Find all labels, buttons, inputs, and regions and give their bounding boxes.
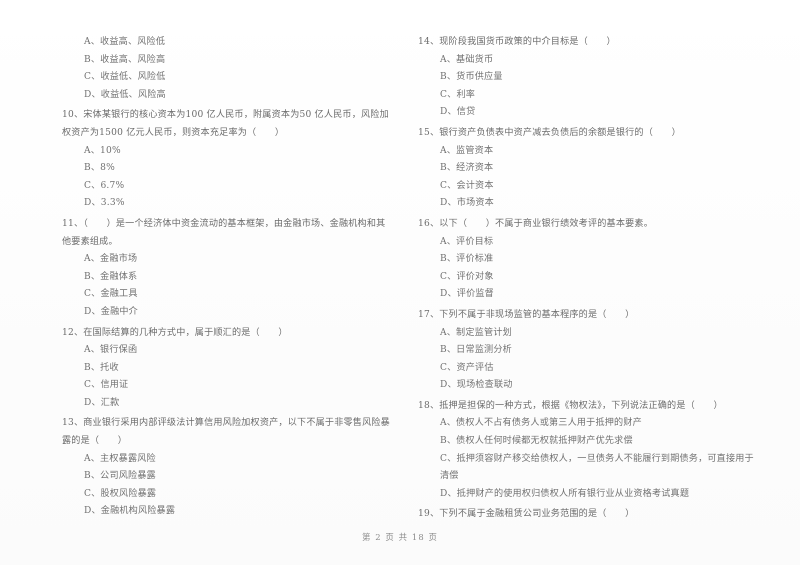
- question-stem: 18、抵押是担保的一种方式，根据《物权法》，下列说法正确的是（ ）: [418, 400, 723, 411]
- option-item: B、货币供应量: [440, 72, 503, 83]
- option-item: C、金融工具: [84, 289, 138, 300]
- option-item: D、现场检查联动: [440, 380, 513, 391]
- option-item: A、银行保函: [84, 345, 138, 356]
- page-footer: 第 2 页 共 18 页: [362, 532, 438, 542]
- two-column-layout: A、收益高、风险低 B、收益高、风险高 C、收益低、风险低 D、收益低、风险高 …: [0, 34, 800, 527]
- question-12: 12、在国际结算的几种方式中，属于顺汇的是（ ） A、银行保函 B、托收 C、信…: [62, 325, 392, 413]
- question-15: 15、银行资产负债表中资产减去负债后的余额是银行的（ ） A、监管资本 B、经济…: [418, 125, 758, 213]
- question-14: 14、现阶段我国货币政策的中介目标是（ ） A、基础货币 B、货币供应量 C、利…: [418, 34, 758, 122]
- option-item: B、公司风险暴露: [84, 471, 156, 482]
- option-item: A、评价目标: [440, 236, 494, 247]
- option-item: D、金融中介: [84, 306, 138, 317]
- question-10: 10、宋体某银行的核心资本为100 亿人民币，附属资本为50 亿人民币，风险加权…: [62, 107, 392, 213]
- option-item: B、托收: [84, 362, 119, 373]
- option-item: D、收益低、风险高: [84, 89, 166, 100]
- option-item: D、评价监督: [440, 289, 494, 300]
- option-item: B、债权人任何时候都无权就抵押财产优先求偿: [440, 436, 633, 447]
- option-item: B、收益高、风险高: [84, 54, 166, 65]
- question-19: 19、下列不属于金融租赁公司业务范围的是（ ）: [418, 506, 758, 524]
- option-item: A、主权暴露风险: [84, 453, 156, 464]
- option-item: D、汇款: [84, 397, 120, 408]
- option-item: B、评价标准: [440, 254, 494, 265]
- option-item: C、利率: [440, 89, 476, 100]
- option-item: A、金融市场: [84, 254, 138, 265]
- question-stem: 15、银行资产负债表中资产减去负债后的余额是银行的（ ）: [418, 127, 681, 138]
- question-11: 11、（ ）是一个经济体中资金流动的基本框架，由金融市场、金融机构和其他要素组成…: [62, 216, 392, 322]
- option-item: C、信用证: [84, 380, 129, 391]
- option-item: B、经济资本: [440, 163, 494, 174]
- option-item: C、抵押须容财产移交给债权人，一旦债务人不能履行到期债务，可直接用于清偿: [440, 453, 754, 482]
- question-13: 13、商业银行采用内部评级法计算信用风险加权资产，以下不属于非零售风险暴露的是（…: [62, 415, 392, 521]
- option-item: B、金融体系: [84, 271, 138, 282]
- question-stem: 10、宋体某银行的核心资本为100 亿人民币，附属资本为50 亿人民币，风险加权…: [62, 110, 389, 138]
- option-item: C、6.7%: [84, 180, 125, 191]
- option-item: C、收益低、风险低: [84, 72, 166, 83]
- question-stem: 11、（ ）是一个经济体中资金流动的基本框架，由金融市场、金融机构和其他要素组成…: [62, 218, 386, 247]
- option-item: C、股权风险暴露: [84, 488, 157, 499]
- question-stem: 14、现阶段我国货币政策的中介目标是（ ）: [418, 37, 616, 47]
- option-item: B、8%: [84, 163, 116, 174]
- orphan-options-block: A、收益高、风险低 B、收益高、风险高 C、收益低、风险低 D、收益低、风险高: [62, 34, 392, 104]
- option-item: A、债权人不占有债务人或第三人用于抵押的财产: [440, 418, 642, 429]
- option-item: A、制定监管计划: [440, 327, 512, 338]
- question-stem: 16、以下（ ）不属于商业银行绩效考评的基本要素。: [418, 218, 654, 229]
- option-item: C、资产评估: [440, 362, 494, 373]
- option-item: A、监管资本: [440, 145, 494, 156]
- option-item: D、抵押财产的使用权归债权人所有银行业从业资格考试真题: [440, 488, 690, 499]
- option-item: D、信贷: [440, 107, 476, 118]
- option-item: A、基础货币: [440, 54, 494, 65]
- left-column: A、收益高、风险低 B、收益高、风险高 C、收益低、风险低 D、收益低、风险高 …: [0, 34, 400, 527]
- exam-page: A、收益高、风险低 B、收益高、风险高 C、收益低、风险低 D、收益低、风险高 …: [0, 0, 800, 565]
- option-item: B、日常监测分析: [440, 345, 512, 356]
- question-stem: 19、下列不属于金融租赁公司业务范围的是（ ）: [418, 509, 635, 520]
- question-stem: 13、商业银行采用内部评级法计算信用风险加权资产，以下不属于非零售风险暴露的是（…: [62, 418, 390, 447]
- option-item: C、会计资本: [440, 180, 494, 191]
- question-16: 16、以下（ ）不属于商业银行绩效考评的基本要素。 A、评价目标 B、评价标准 …: [418, 216, 758, 304]
- option-item: A、10%: [84, 145, 121, 156]
- right-column: 14、现阶段我国货币政策的中介目标是（ ） A、基础货币 B、货币供应量 C、利…: [400, 34, 800, 527]
- option-item: C、评价对象: [440, 271, 494, 282]
- question-stem: 17、下列不属于非现场监管的基本程序的是（ ）: [418, 309, 635, 320]
- question-18: 18、抵押是担保的一种方式，根据《物权法》，下列说法正确的是（ ） A、债权人不…: [418, 398, 758, 504]
- option-item: D、3.3%: [84, 198, 125, 209]
- option-item: A、收益高、风险低: [84, 37, 166, 47]
- option-item: D、金融机构风险暴露: [84, 506, 176, 517]
- option-item: D、市场资本: [440, 198, 494, 209]
- question-17: 17、下列不属于非现场监管的基本程序的是（ ） A、制定监管计划 B、日常监测分…: [418, 307, 758, 395]
- question-stem: 12、在国际结算的几种方式中，属于顺汇的是（ ）: [62, 327, 288, 338]
